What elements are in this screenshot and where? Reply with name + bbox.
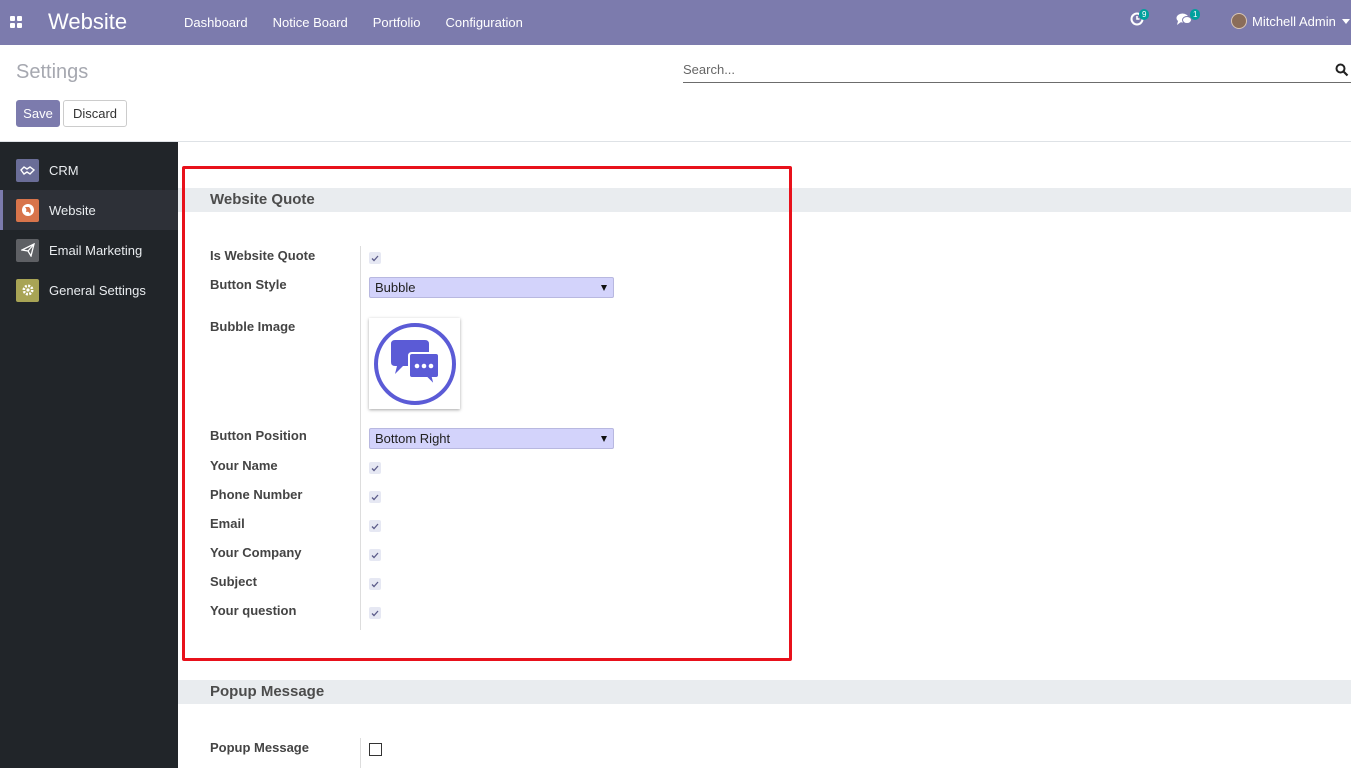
page-title: Settings	[16, 61, 89, 83]
bubble-image[interactable]	[369, 318, 460, 409]
menu-configuration[interactable]: Configuration	[445, 15, 522, 30]
check-icon	[371, 581, 379, 587]
chevron-down-icon	[601, 285, 607, 291]
check-icon	[371, 552, 379, 558]
chevron-down-icon	[1341, 18, 1350, 24]
search-bar	[683, 61, 1351, 83]
search-input[interactable]	[683, 62, 1283, 77]
is-website-quote-checkbox[interactable]	[369, 252, 381, 264]
button-style-value: Bubble	[375, 280, 416, 295]
check-icon	[371, 494, 379, 500]
your-question-checkbox[interactable]	[369, 607, 381, 619]
paper-plane-icon	[16, 238, 39, 262]
phone-number-checkbox[interactable]	[369, 491, 381, 503]
section-heading-website-quote: Website Quote	[178, 188, 1351, 212]
your-question-label: Your question	[210, 603, 297, 618]
chevron-down-icon	[601, 436, 607, 442]
settings-content: Website Quote Is Website Quote Button St…	[178, 142, 1351, 768]
chat-bubbles-icon	[373, 322, 456, 405]
email-label: Email	[210, 516, 245, 531]
phone-number-label: Phone Number	[210, 487, 303, 502]
check-icon	[371, 465, 379, 471]
your-name-label: Your Name	[210, 458, 278, 473]
menu-notice-board[interactable]: Notice Board	[273, 15, 348, 30]
email-checkbox[interactable]	[369, 520, 381, 532]
sidebar-item-general-settings[interactable]: General Settings	[0, 270, 178, 310]
menu-portfolio[interactable]: Portfolio	[373, 15, 421, 30]
button-position-label: Button Position	[210, 428, 307, 443]
control-panel: Settings Save Discard	[0, 45, 1351, 142]
highlight-box	[182, 166, 792, 661]
top-navbar: Website Dashboard Notice Board Portfolio…	[0, 0, 1351, 45]
handshake-icon	[16, 158, 39, 182]
button-position-value: Bottom Right	[375, 431, 451, 446]
settings-sidebar: CRM Website Email Marketing General Sett…	[0, 142, 178, 768]
message-count-badge: 1	[1190, 9, 1201, 20]
messages-button[interactable]: 1	[1176, 9, 1201, 26]
gear-icon	[16, 278, 39, 302]
apps-menu-icon[interactable]	[10, 16, 22, 28]
bubble-image-label: Bubble Image	[210, 319, 296, 334]
your-name-checkbox[interactable]	[369, 462, 381, 474]
popup-message-checkbox[interactable]	[369, 743, 382, 756]
check-icon	[371, 523, 379, 529]
activity-button[interactable]: 9	[1130, 9, 1150, 26]
sidebar-item-email-marketing[interactable]: Email Marketing	[0, 230, 178, 270]
sidebar-item-website[interactable]: Website	[0, 190, 178, 230]
top-menu: Dashboard Notice Board Portfolio Configu…	[184, 15, 548, 30]
your-company-label: Your Company	[210, 545, 302, 560]
user-name: Mitchell Admin	[1252, 13, 1336, 29]
activity-count-badge: 9	[1139, 9, 1150, 20]
section-heading-popup-message: Popup Message	[178, 680, 1351, 704]
sidebar-item-crm[interactable]: CRM	[0, 150, 178, 190]
avatar	[1231, 13, 1247, 29]
your-company-checkbox[interactable]	[369, 549, 381, 561]
button-style-select[interactable]: Bubble	[369, 277, 614, 298]
globe-icon	[16, 198, 39, 222]
check-icon	[371, 610, 379, 616]
field-divider	[360, 246, 361, 630]
sidebar-item-label: Email Marketing	[49, 242, 143, 258]
subject-checkbox[interactable]	[369, 578, 381, 590]
sidebar-item-label: General Settings	[49, 282, 146, 298]
save-button[interactable]: Save	[16, 100, 60, 127]
subject-label: Subject	[210, 574, 257, 589]
is-website-quote-label: Is Website Quote	[210, 248, 316, 263]
button-style-label: Button Style	[210, 277, 287, 292]
discard-button[interactable]: Discard	[63, 100, 127, 127]
check-icon	[371, 255, 379, 261]
field-divider	[360, 738, 361, 768]
button-position-select[interactable]: Bottom Right	[369, 428, 614, 449]
search-icon[interactable]	[1335, 63, 1349, 77]
menu-dashboard[interactable]: Dashboard	[184, 15, 248, 30]
app-brand[interactable]: Website	[48, 9, 127, 35]
popup-message-label: Popup Message	[210, 740, 309, 755]
sidebar-item-label: CRM	[49, 162, 79, 178]
user-menu[interactable]: Mitchell Admin	[1231, 13, 1350, 29]
sidebar-item-label: Website	[49, 202, 96, 218]
